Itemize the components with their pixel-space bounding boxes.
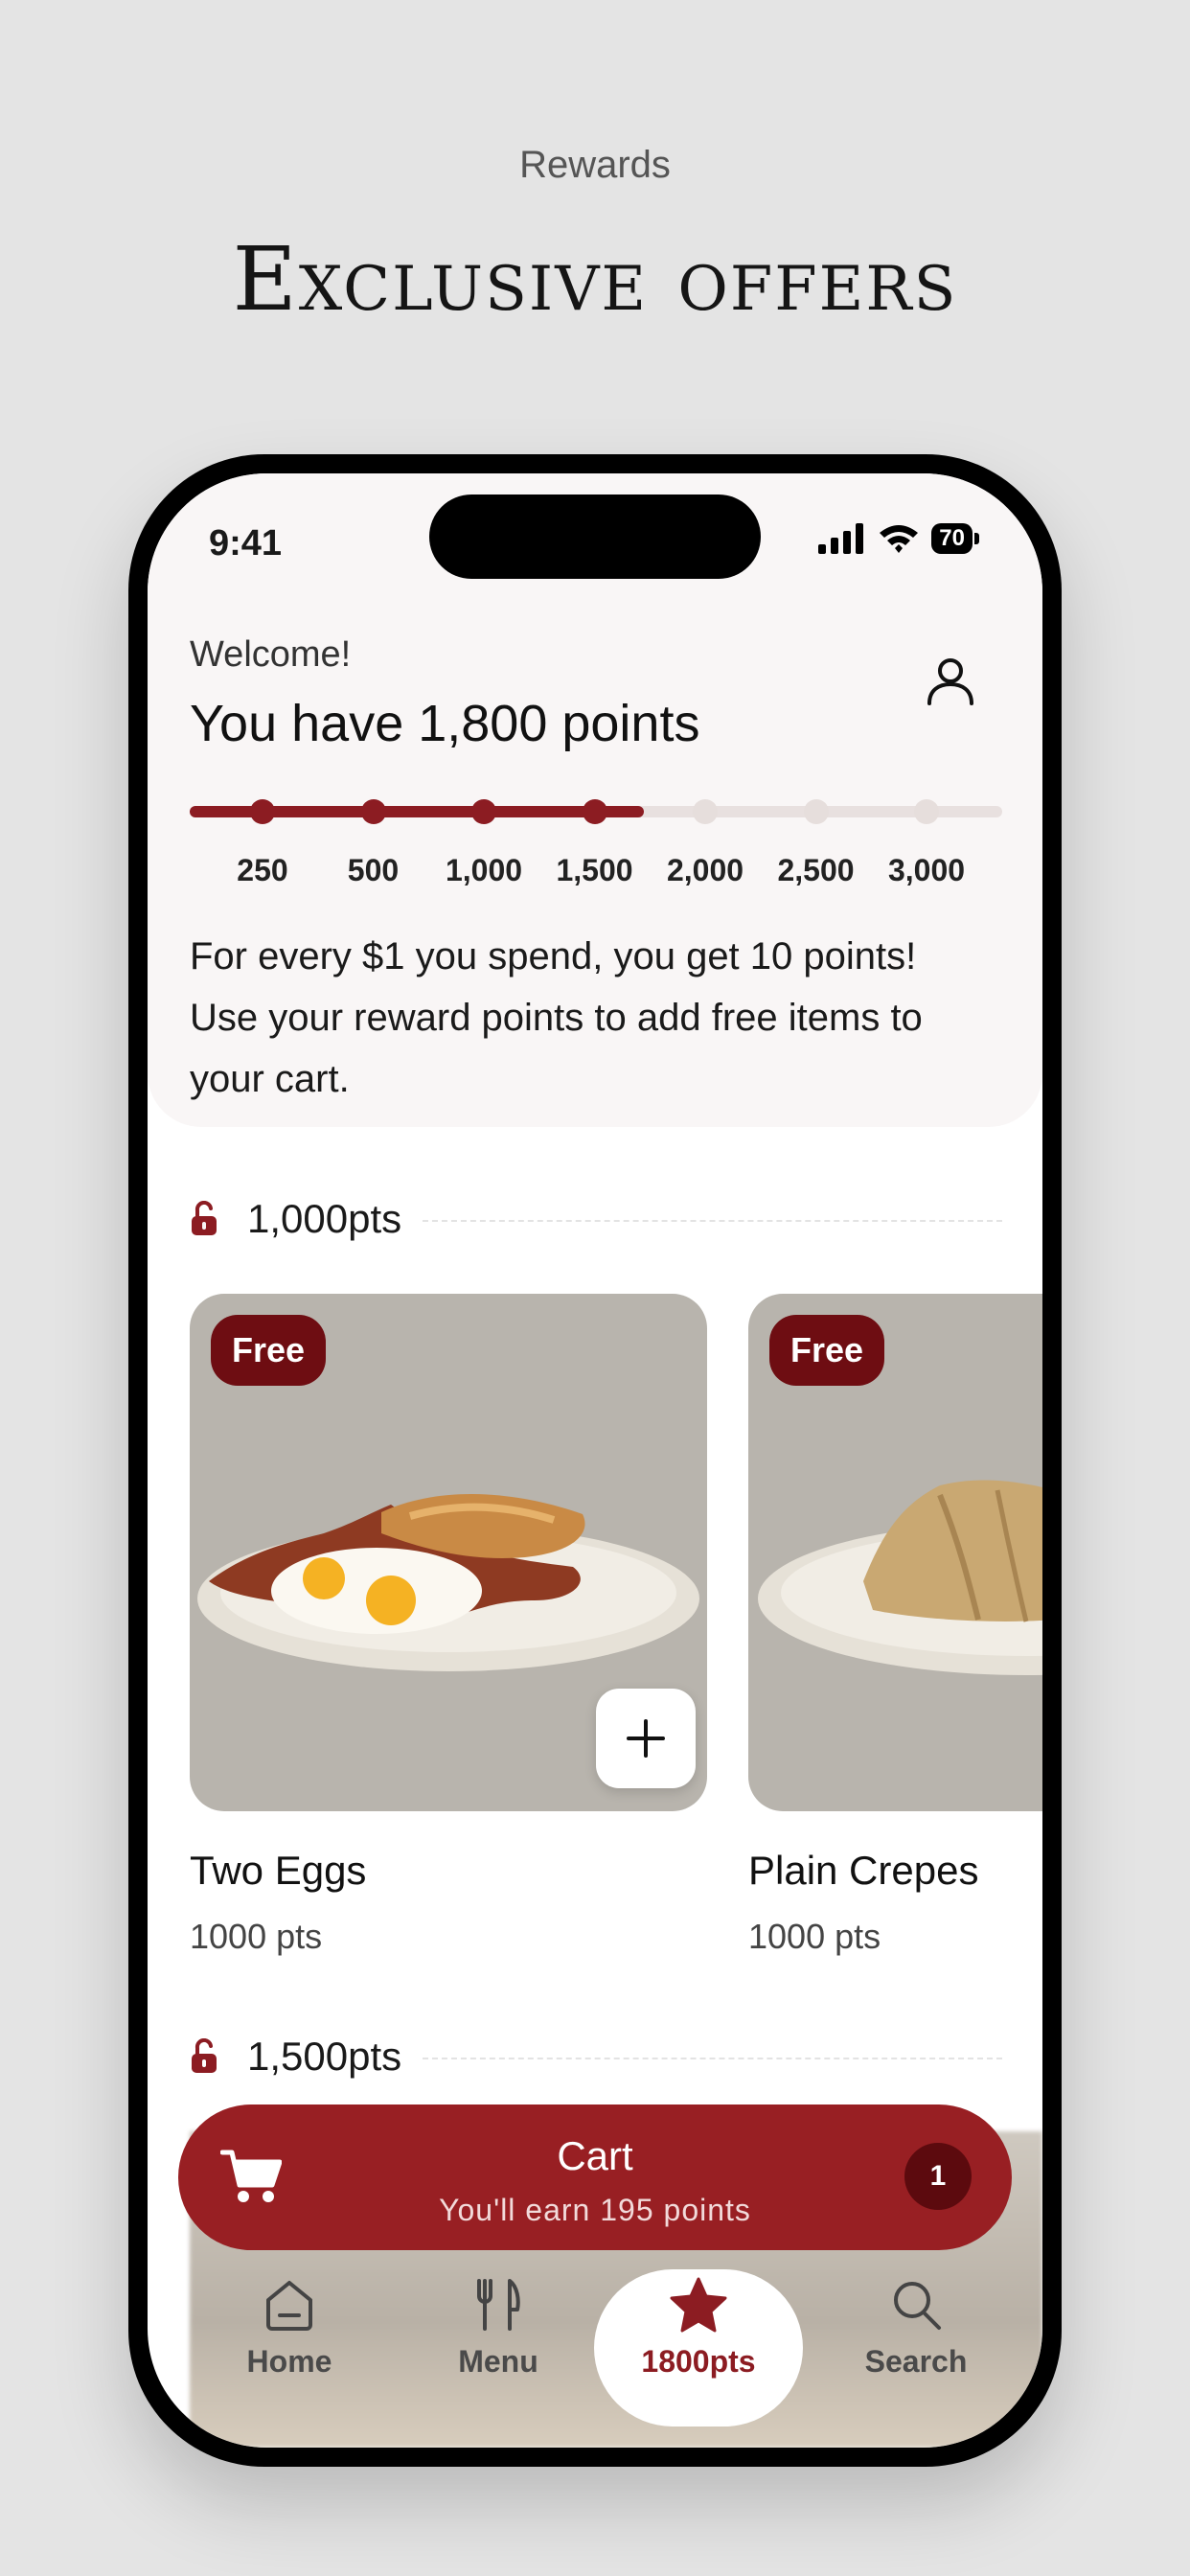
unlock-icon: [192, 2038, 217, 2073]
page-caption: Rewards: [519, 144, 671, 186]
unlock-icon: [192, 1201, 217, 1235]
cart-button[interactable]: Cart You'll earn 195 points 1: [178, 2104, 1012, 2250]
search-icon: [894, 2282, 941, 2330]
tab-home[interactable]: Home: [194, 2277, 385, 2380]
free-badge: Free: [211, 1315, 327, 1386]
signal-icon: [818, 523, 864, 554]
reward-card-two-eggs[interactable]: Free Two Eggs 1000 pts: [190, 1294, 707, 1957]
card-points: 1000 pts: [748, 1917, 881, 1956]
wifi-icon: [880, 525, 919, 553]
utensils-icon: [477, 2279, 520, 2331]
section-label: 1,000pts: [247, 1196, 402, 1241]
milestone-label: 500: [347, 853, 400, 887]
milestone-dot: [803, 799, 829, 824]
section-1500pts: 1,500pts: [190, 2034, 1002, 2080]
tab-rewards[interactable]: 1800pts: [594, 2269, 803, 2426]
star-icon: [670, 2277, 727, 2333]
welcome-text: Welcome!: [190, 634, 352, 675]
section-label: 1,500pts: [247, 2034, 402, 2079]
card-points: 1000 pts: [190, 1917, 323, 1956]
section-divider: [423, 1220, 1002, 1222]
milestone-dot: [471, 799, 496, 824]
tab-bar: Home Menu 1800pts Search: [148, 2256, 1042, 2448]
phone-frame: Welcome! You have 1,800 points 250 500 1,0…: [128, 454, 1062, 2467]
tab-label: 1800pts: [641, 2344, 756, 2379]
two-eggs-image[interactable]: Free: [190, 1294, 707, 1811]
milestone-label: 1,500: [556, 853, 633, 887]
milestone-label: 250: [237, 853, 288, 887]
card-name: Two Eggs: [190, 1848, 367, 1893]
status-icons: 70: [818, 523, 979, 554]
milestone-label: 3,000: [887, 853, 966, 887]
free-badge: Free: [769, 1315, 885, 1386]
tab-menu[interactable]: Menu: [402, 2277, 594, 2380]
milestone-dot: [360, 799, 386, 824]
tab-label: Home: [246, 2344, 332, 2379]
section-divider: [423, 2058, 1002, 2059]
milestone-dot: [250, 799, 275, 824]
cart-title: Cart: [557, 2133, 633, 2178]
milestone-dot: [914, 799, 939, 824]
plain-crepes-image[interactable]: Free: [748, 1294, 1042, 1811]
battery-tip: [974, 533, 979, 544]
milestone-label: 2,000: [666, 853, 744, 887]
phone-screen: Welcome! You have 1,800 points 250 500 1,0…: [148, 473, 1042, 2448]
tab-search[interactable]: Search: [820, 2277, 1012, 2380]
reward-card-plain-crepes[interactable]: Free Plain Crepes 1000 pts: [748, 1294, 1042, 1957]
rewards-info: For every $1 you spend, you get 10 point…: [190, 935, 923, 1100]
tab-label: Search: [864, 2344, 968, 2379]
points-title: You have 1,800 points: [190, 695, 700, 752]
battery-icon: 70: [931, 523, 979, 554]
plus-icon: [627, 1719, 665, 1758]
battery-level: 70: [931, 523, 973, 554]
section-1000pts: 1,000pts: [190, 1196, 1002, 1242]
milestone-label: 1,000: [445, 853, 523, 887]
tab-label: Menu: [458, 2344, 538, 2379]
milestone-dot: [693, 799, 718, 824]
cart-count-badge: 1: [904, 2143, 972, 2210]
status-time: 9:41: [209, 523, 283, 564]
home-icon: [266, 2281, 312, 2331]
milestone-dot: [582, 799, 607, 824]
cart-subtitle: You'll earn 195 points: [439, 2193, 751, 2227]
milestone-label: 2,500: [777, 853, 855, 887]
add-two-eggs-button[interactable]: [596, 1689, 696, 1788]
dynamic-island: [429, 494, 761, 579]
profile-icon[interactable]: [922, 652, 979, 709]
page-headline: Exclusive offers: [232, 228, 958, 331]
card-name: Plain Crepes: [748, 1848, 979, 1893]
